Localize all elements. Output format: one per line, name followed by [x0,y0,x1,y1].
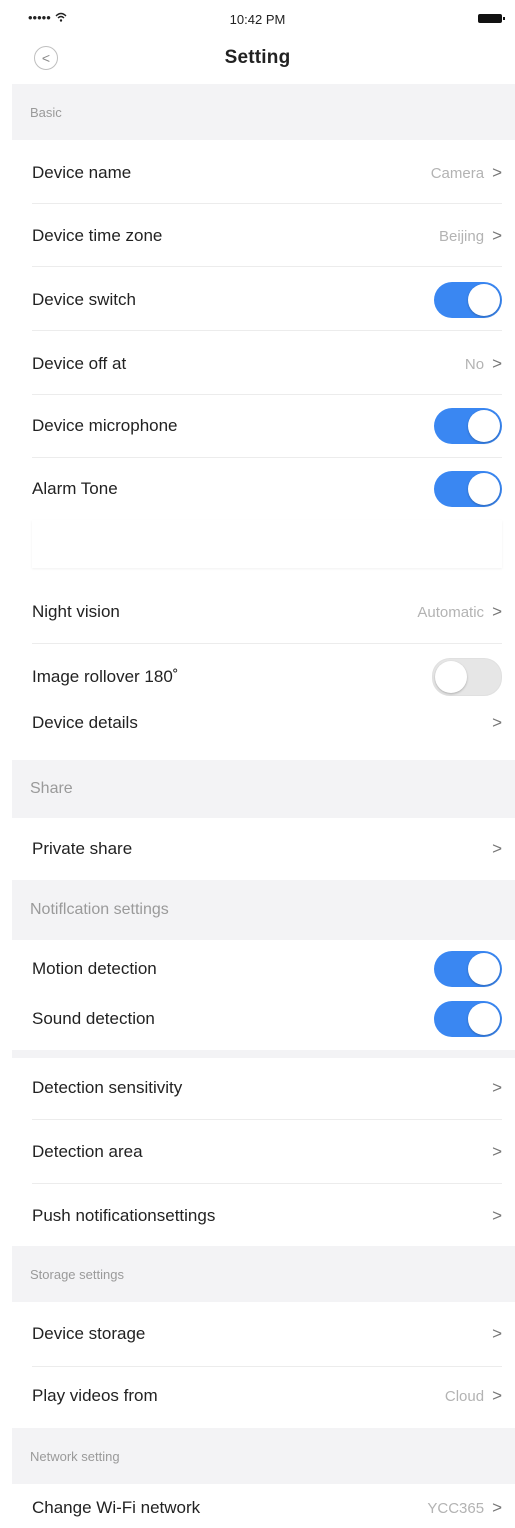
blank-row [32,520,502,568]
push-notification-settings-row[interactable]: Push notificationsettings > [32,1188,502,1244]
status-bar: ••••• 10:42 PM [0,0,515,34]
divider [32,457,502,458]
push-notification-label: Push notificationsettings [32,1206,216,1225]
motion-detection-label: Motion detection [32,959,157,978]
image-rollover-row: Image rollover 180˚ [32,652,502,702]
battery-icon [478,14,505,23]
divider [32,643,502,644]
device-storage-label: Device storage [32,1324,146,1343]
toggle-knob [435,661,467,693]
sound-detection-row: Sound detection [32,994,502,1044]
microphone-toggle[interactable] [434,408,502,444]
image-rollover-label: Image rollover 180˚ [32,667,179,686]
motion-detection-row: Motion detection [32,944,502,994]
time-zone-value: Beijing [439,227,485,245]
device-off-at-row[interactable]: Device off at No > [32,338,502,390]
microphone-label: Device microphone [32,416,178,435]
chevron-right-icon: > [492,1498,502,1517]
detection-area-row[interactable]: Detection area > [32,1124,502,1180]
toggle-knob [468,473,500,505]
night-vision-label: Night vision [32,602,120,621]
device-off-at-value: No [464,355,485,373]
section-spacer [12,1050,515,1058]
chevron-right-icon: > [492,1206,502,1225]
device-name-value: Camera [430,164,485,182]
section-header-basic: Basic [12,84,515,140]
section-header-network: Network setting [12,1428,515,1484]
play-videos-value: Cloud [444,1387,485,1405]
device-time-zone-row[interactable]: Device time zone Beijing > [32,211,502,261]
chevron-right-icon: > [492,1142,502,1161]
toggle-knob [468,1003,500,1035]
play-videos-label: Play videos from [32,1386,158,1405]
section-header-notification: Notiflcation settings [12,880,515,940]
chevron-right-icon: > [492,163,502,182]
change-wifi-network-row[interactable]: Change Wi-Fi network YCC365 > [32,1488,502,1528]
wifi-network-value: YCC365 [427,1499,485,1517]
divider [32,394,502,395]
device-storage-row[interactable]: Device storage > [32,1306,502,1362]
chevron-right-icon: > [492,226,502,245]
play-videos-from-row[interactable]: Play videos from Cloud > [32,1370,502,1422]
divider [32,203,502,204]
chevron-right-icon: > [492,354,502,373]
status-time: 10:42 PM [229,12,286,27]
section-header-storage: Storage settings [12,1246,515,1302]
chevron-right-icon: > [492,602,502,621]
chevron-right-icon: > [492,1386,502,1405]
alarm-tone-row: Alarm Tone [32,463,502,515]
device-switch-toggle[interactable] [434,282,502,318]
motion-detection-toggle[interactable] [434,951,502,987]
device-off-at-label: Device off at [32,354,127,373]
image-rollover-toggle[interactable] [432,658,502,696]
device-switch-label: Device switch [32,290,136,309]
alarm-tone-toggle[interactable] [434,471,502,507]
night-vision-value: Automatic [417,603,485,621]
detection-area-label: Detection area [32,1142,143,1161]
time-zone-label: Device time zone [32,226,163,245]
page-title: Setting [224,47,291,68]
toggle-knob [468,284,500,316]
divider [32,1183,502,1184]
sound-detection-label: Sound detection [32,1009,155,1028]
device-microphone-row: Device microphone [32,400,502,452]
sound-detection-toggle[interactable] [434,1001,502,1037]
detection-sensitivity-row[interactable]: Detection sensitivity > [32,1060,502,1116]
divider [32,266,502,267]
private-share-row[interactable]: Private share > [32,822,502,876]
divider [32,330,502,331]
night-vision-row[interactable]: Night vision Automatic > [32,586,502,638]
section-header-share: Share [12,760,515,818]
change-wifi-label: Change Wi-Fi network [32,1498,201,1517]
chevron-right-icon: > [492,1078,502,1097]
device-details-label: Device details [32,713,138,732]
device-name-label: Device name [32,163,132,182]
alarm-tone-label: Alarm Tone [32,479,118,498]
device-name-row[interactable]: Device name Camera > [32,148,502,198]
chevron-right-icon: > [492,1324,502,1343]
chevron-right-icon: > [492,713,502,732]
toggle-knob [468,410,500,442]
divider [32,1366,502,1367]
toggle-knob [468,953,500,985]
detection-sensitivity-label: Detection sensitivity [32,1078,183,1097]
device-details-row[interactable]: Device details > [32,698,502,748]
divider [32,1119,502,1120]
private-share-label: Private share [32,839,133,858]
device-switch-row: Device switch [32,274,502,326]
chevron-right-icon: > [492,839,502,858]
